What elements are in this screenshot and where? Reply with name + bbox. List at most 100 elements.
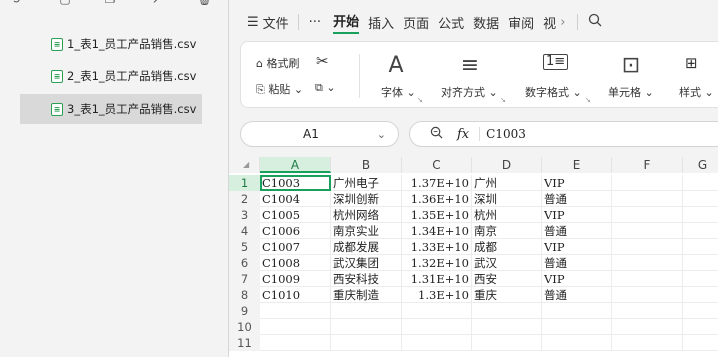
cell-e6[interactable]: 普通 bbox=[542, 255, 612, 271]
cell-g1[interactable] bbox=[683, 175, 718, 191]
tab-view[interactable]: 视 bbox=[543, 13, 556, 32]
cell-f5[interactable] bbox=[612, 239, 683, 255]
cell-c7[interactable]: 1.31E+10 bbox=[402, 271, 472, 287]
cell-e9[interactable] bbox=[542, 303, 612, 319]
cell-button[interactable]: 单元格 ⌄ bbox=[608, 84, 654, 100]
cell-d4[interactable]: 南京 bbox=[472, 223, 542, 239]
align-button[interactable]: 对齐方式 ⌄ bbox=[441, 84, 498, 100]
cell-f9[interactable] bbox=[612, 303, 683, 319]
cell-f6[interactable] bbox=[612, 255, 683, 271]
cell-b3[interactable]: 杭州网络 bbox=[331, 207, 402, 223]
cell-d7[interactable]: 西安 bbox=[472, 271, 542, 287]
cell-d8[interactable]: 重庆 bbox=[472, 287, 542, 303]
cell-d3[interactable]: 杭州 bbox=[472, 207, 542, 223]
style-button[interactable]: 样式 ⌄ bbox=[679, 84, 714, 100]
row-header-2[interactable]: 2 bbox=[229, 191, 260, 207]
cell-e3[interactable]: VIP bbox=[542, 207, 612, 223]
cell-a6[interactable]: C1008 bbox=[260, 255, 331, 271]
select-all-corner[interactable]: ◢ bbox=[229, 157, 260, 173]
cell-a10[interactable] bbox=[260, 319, 331, 335]
row-header-11[interactable]: 11 bbox=[229, 335, 260, 351]
cell-g2[interactable] bbox=[683, 191, 718, 207]
row-header-6[interactable]: 6 bbox=[229, 255, 260, 271]
tab-data[interactable]: 数据 bbox=[473, 13, 499, 32]
cell-g7[interactable] bbox=[683, 271, 718, 287]
cell-c1[interactable]: 1.37E+10 bbox=[402, 175, 472, 191]
cell-d2[interactable]: 深圳 bbox=[472, 191, 542, 207]
row-header-3[interactable]: 3 bbox=[229, 207, 260, 223]
cell-c8[interactable]: 1.3E+10 bbox=[402, 287, 472, 303]
cell-a9[interactable] bbox=[260, 303, 331, 319]
cell-e1[interactable]: VIP bbox=[542, 175, 612, 191]
number-format-button[interactable]: 数字格式 ⌄ bbox=[525, 84, 582, 100]
cell-f7[interactable] bbox=[612, 271, 683, 287]
cell-d6[interactable]: 武汉 bbox=[472, 255, 542, 271]
row-header-9[interactable]: 9 bbox=[229, 303, 260, 319]
cell-f8[interactable] bbox=[612, 287, 683, 303]
cell-d11[interactable] bbox=[472, 335, 542, 351]
cell-e2[interactable]: 普通 bbox=[542, 191, 612, 207]
copy-button[interactable]: ⧉ ⌄ bbox=[315, 81, 336, 95]
tab-formula[interactable]: 公式 bbox=[438, 13, 464, 32]
expand-icon[interactable]: ↘ bbox=[585, 96, 591, 104]
window-icon[interactable]: ▢ bbox=[58, 0, 72, 6]
format-painter-button[interactable]: ⌂ 格式刷 bbox=[256, 55, 299, 71]
cell-b7[interactable]: 西安科技 bbox=[331, 271, 402, 287]
cell-a5[interactable]: C1007 bbox=[260, 239, 331, 255]
column-header-c[interactable]: C bbox=[402, 157, 472, 173]
cell-e4[interactable]: 普通 bbox=[542, 223, 612, 239]
cell-e8[interactable]: 普通 bbox=[542, 287, 612, 303]
cell-f11[interactable] bbox=[612, 335, 683, 351]
align-icon[interactable]: ≡ bbox=[458, 54, 482, 78]
style-icon[interactable]: ⊞ bbox=[685, 54, 698, 72]
font-icon[interactable]: A bbox=[384, 54, 408, 78]
zoom-search-icon[interactable] bbox=[430, 126, 443, 142]
cell-g5[interactable] bbox=[683, 239, 718, 255]
cell-a4[interactable]: C1006 bbox=[260, 223, 331, 239]
cell-e11[interactable] bbox=[542, 335, 612, 351]
formula-bar[interactable]: fx C1003 bbox=[409, 121, 718, 147]
cell-b2[interactable]: 深圳创新 bbox=[331, 191, 402, 207]
name-box[interactable]: A1 ⌄ bbox=[240, 121, 399, 147]
tab-insert[interactable]: 插入 bbox=[368, 13, 394, 32]
cell-g6[interactable] bbox=[683, 255, 718, 271]
cell-g8[interactable] bbox=[683, 287, 718, 303]
cell-b6[interactable]: 武汉集团 bbox=[331, 255, 402, 271]
cell-icon[interactable]: ⊡ bbox=[619, 54, 643, 78]
cell-g9[interactable] bbox=[683, 303, 718, 319]
cell-a7[interactable]: C1009 bbox=[260, 271, 331, 287]
cell-d1[interactable]: 广州 bbox=[472, 175, 542, 191]
cell-a2[interactable]: C1004 bbox=[260, 191, 331, 207]
cell-d5[interactable]: 成都 bbox=[472, 239, 542, 255]
column-header-e[interactable]: E bbox=[542, 157, 612, 173]
cell-b10[interactable] bbox=[331, 319, 402, 335]
cell-e10[interactable] bbox=[542, 319, 612, 335]
fx-icon[interactable]: fx bbox=[457, 127, 469, 142]
cell-f10[interactable] bbox=[612, 319, 683, 335]
cell-g11[interactable] bbox=[683, 335, 718, 351]
row-header-5[interactable]: 5 bbox=[229, 239, 260, 255]
more-icon[interactable]: ··· bbox=[309, 15, 321, 30]
cell-f3[interactable] bbox=[612, 207, 683, 223]
cell-a1[interactable]: C1003 bbox=[260, 175, 331, 191]
column-header-b[interactable]: B bbox=[331, 157, 402, 173]
column-header-d[interactable]: D bbox=[472, 157, 542, 173]
cell-f1[interactable] bbox=[612, 175, 683, 191]
hamburger-icon[interactable]: ☰ bbox=[247, 15, 259, 30]
cell-g10[interactable] bbox=[683, 319, 718, 335]
cell-b9[interactable] bbox=[331, 303, 402, 319]
font-button[interactable]: 字体 ⌄ bbox=[381, 84, 416, 100]
cell-d9[interactable] bbox=[472, 303, 542, 319]
cell-c11[interactable] bbox=[402, 335, 472, 351]
file-item-2[interactable]: ≡ 2_表1_员工产品销售.csv bbox=[20, 61, 202, 91]
row-header-1[interactable]: 1 bbox=[229, 175, 260, 191]
row-header-7[interactable]: 7 bbox=[229, 271, 260, 287]
cell-f2[interactable] bbox=[612, 191, 683, 207]
cell-a3[interactable]: C1005 bbox=[260, 207, 331, 223]
copy-icon[interactable]: ❐ bbox=[103, 0, 117, 6]
row-header-8[interactable]: 8 bbox=[229, 287, 260, 303]
chevron-right-icon[interactable]: › bbox=[560, 15, 565, 30]
cell-a8[interactable]: C1010 bbox=[260, 287, 331, 303]
cell-e5[interactable]: VIP bbox=[542, 239, 612, 255]
cell-f4[interactable] bbox=[612, 223, 683, 239]
